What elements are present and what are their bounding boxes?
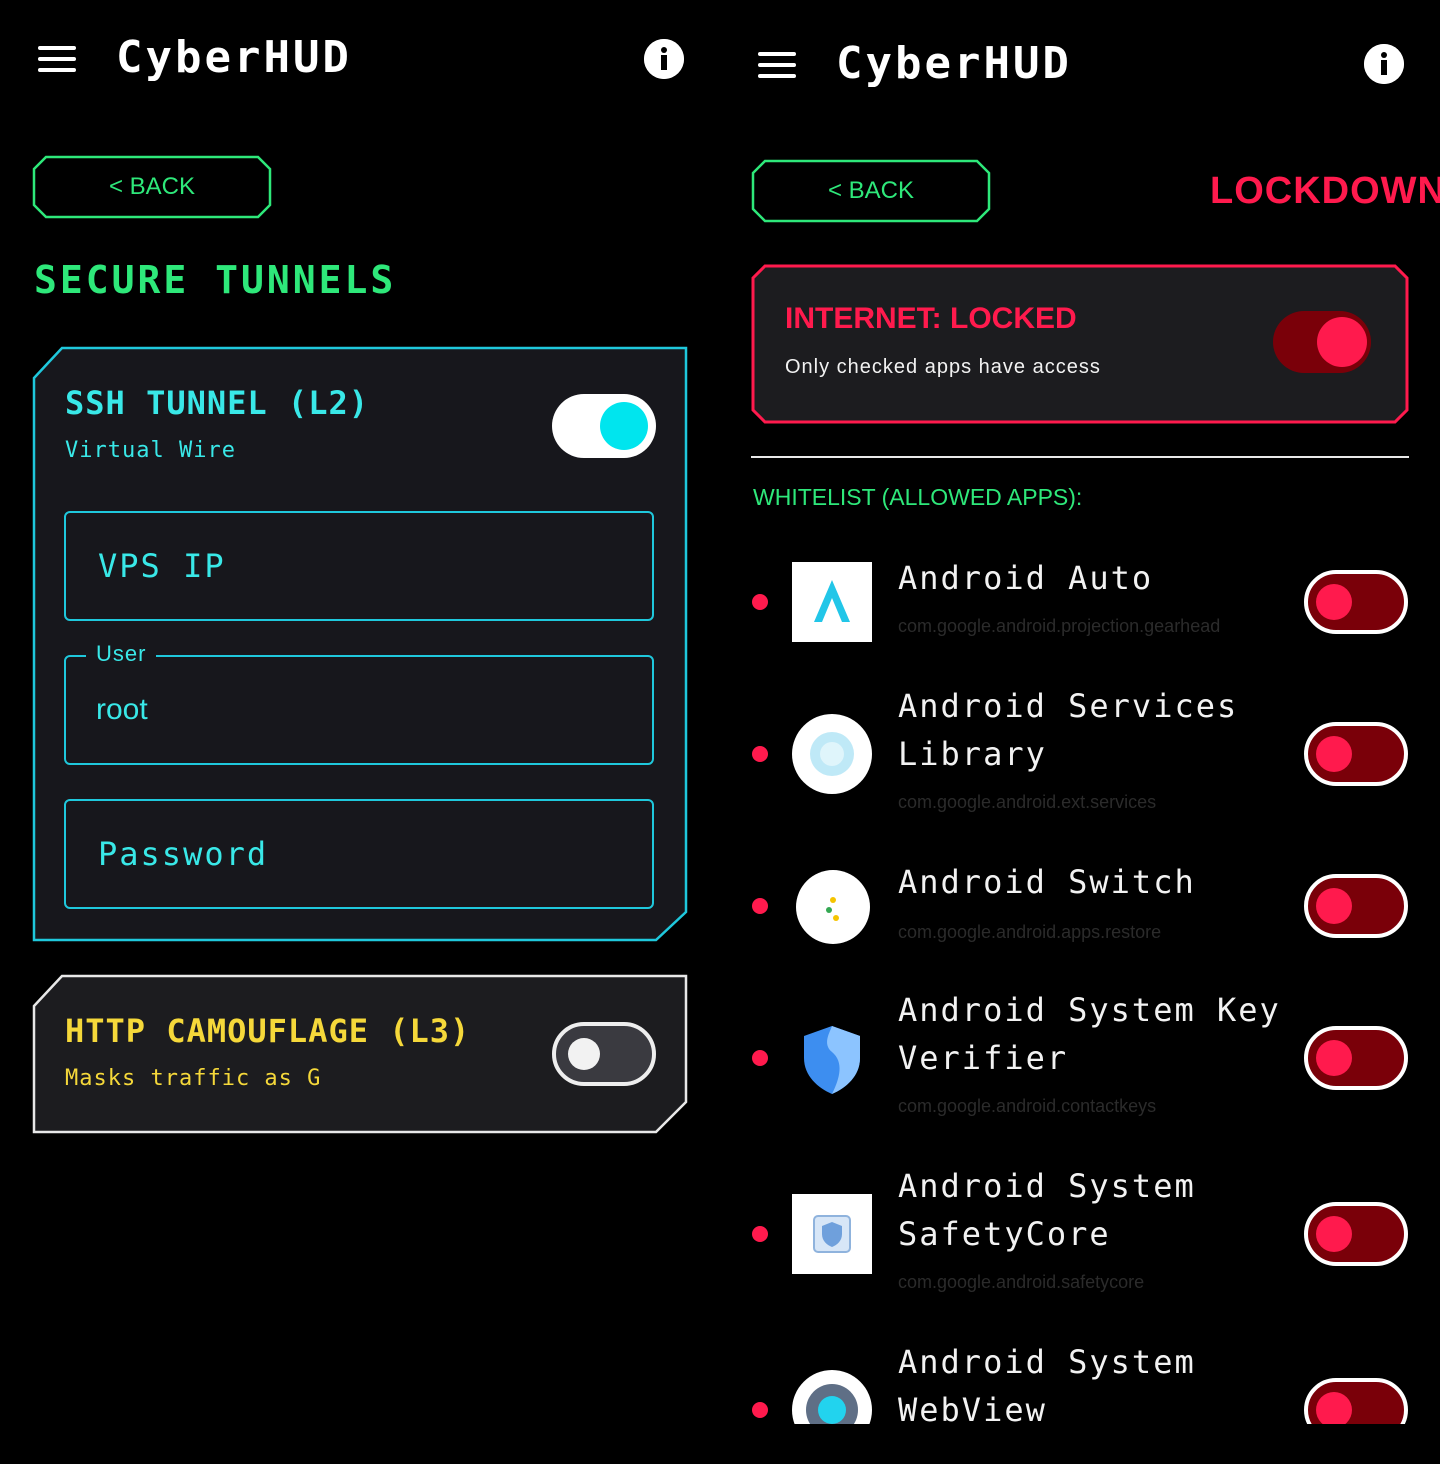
lockdown-label: LOCKDOWN — [1210, 170, 1440, 212]
app-list: Android Auto com.google.android.projecti… — [720, 530, 1440, 1424]
app-allow-toggle[interactable] — [1304, 1378, 1408, 1424]
app-name: Android Auto — [898, 559, 1154, 597]
app-package: com.google.android.ext.services — [898, 792, 1157, 812]
status-dot — [752, 746, 768, 762]
secure-tunnels-screen: CyberHUD < BACK SECURE TUNNELS SSH TUNNE… — [0, 0, 720, 1464]
status-dot — [752, 594, 768, 610]
http-camouflage-subtitle: Masks traffic as G — [65, 1066, 322, 1091]
app-package: com.google.android.safetycore — [898, 1272, 1145, 1292]
info-icon[interactable] — [644, 39, 684, 79]
menu-icon[interactable] — [758, 52, 796, 78]
app-allow-toggle[interactable] — [1304, 874, 1408, 938]
menu-icon[interactable] — [38, 46, 76, 72]
back-button[interactable]: < BACK — [751, 159, 991, 223]
internet-status-title: INTERNET: LOCKED — [785, 302, 1077, 335]
list-item[interactable]: Android System Key Verifier com.google.a… — [720, 984, 1440, 1160]
ssh-tunnel-title: SSH TUNNEL (L2) — [65, 384, 369, 422]
password-input[interactable]: Password — [64, 799, 654, 909]
back-button-label: < BACK — [108, 173, 196, 200]
app-package: com.google.android.projection.gearhead — [898, 616, 1221, 636]
internet-lock-card: INTERNET: LOCKED Only checked apps have … — [751, 264, 1409, 424]
webview-gear-icon — [792, 1370, 872, 1424]
android-switch-icon — [796, 870, 870, 944]
http-camouflage-card: HTTP CAMOUFLAGE (L3) Masks traffic as G — [32, 974, 688, 1136]
app-allow-toggle[interactable] — [1304, 722, 1408, 786]
list-item[interactable]: Android Switch com.google.android.apps.r… — [720, 856, 1440, 984]
list-item[interactable]: Android Auto com.google.android.projecti… — [720, 530, 1440, 680]
back-button[interactable]: < BACK — [32, 155, 272, 219]
internet-lock-toggle[interactable] — [1273, 311, 1371, 373]
app-name: Android System SafetyCore — [898, 1167, 1196, 1253]
user-field-value: root — [96, 693, 148, 726]
whitelist-header: WHITELIST (ALLOWED APPS): — [753, 484, 1083, 510]
info-icon[interactable] — [1364, 44, 1404, 84]
key-verifier-shield-icon — [792, 1018, 872, 1098]
app-name: Android System WebView — [898, 1343, 1196, 1424]
ssh-tunnel-subtitle: Virtual Wire — [65, 438, 236, 463]
app-allow-toggle[interactable] — [1304, 1202, 1408, 1266]
divider — [751, 456, 1409, 458]
lockdown-screen: CyberHUD < BACK LOCKDOWN INTERNET: LOCKE… — [720, 0, 1440, 1464]
app-title: CyberHUD — [836, 38, 1072, 89]
list-item[interactable]: Android System SafetyCore com.google.and… — [720, 1160, 1440, 1336]
vps-ip-placeholder: VPS IP — [98, 547, 226, 585]
app-name: Android Switch — [898, 863, 1196, 901]
app-title: CyberHUD — [116, 32, 352, 83]
password-placeholder: Password — [98, 835, 269, 873]
section-title: SECURE TUNNELS — [34, 258, 397, 302]
app-package: com.google.android.contactkeys — [898, 1096, 1157, 1116]
ssh-tunnel-toggle[interactable] — [552, 394, 656, 458]
app-name: Android System Key Verifier — [898, 991, 1281, 1077]
status-dot — [752, 1226, 768, 1242]
user-input[interactable]: User root — [64, 641, 654, 765]
list-item[interactable]: Android System WebView — [720, 1336, 1440, 1424]
services-library-icon — [792, 714, 872, 794]
status-dot — [752, 1402, 768, 1418]
internet-status-subtitle: Only checked apps have access — [785, 356, 1101, 378]
back-button-label: < BACK — [827, 177, 915, 204]
list-item[interactable]: Android Services Library com.google.andr… — [720, 680, 1440, 856]
app-allow-toggle[interactable] — [1304, 570, 1408, 634]
app-package: com.google.android.apps.restore — [898, 922, 1162, 942]
safetycore-chip-icon — [792, 1194, 872, 1274]
http-camouflage-title: HTTP CAMOUFLAGE (L3) — [65, 1012, 471, 1050]
http-camouflage-toggle[interactable] — [552, 1022, 656, 1086]
android-auto-icon — [792, 562, 872, 642]
status-dot — [752, 1050, 768, 1066]
ssh-tunnel-card: SSH TUNNEL (L2) Virtual Wire VPS IP User… — [32, 346, 688, 942]
app-name: Android Services Library — [898, 687, 1239, 773]
vps-ip-input[interactable]: VPS IP — [64, 511, 654, 621]
status-dot — [752, 898, 768, 914]
app-allow-toggle[interactable] — [1304, 1026, 1408, 1090]
